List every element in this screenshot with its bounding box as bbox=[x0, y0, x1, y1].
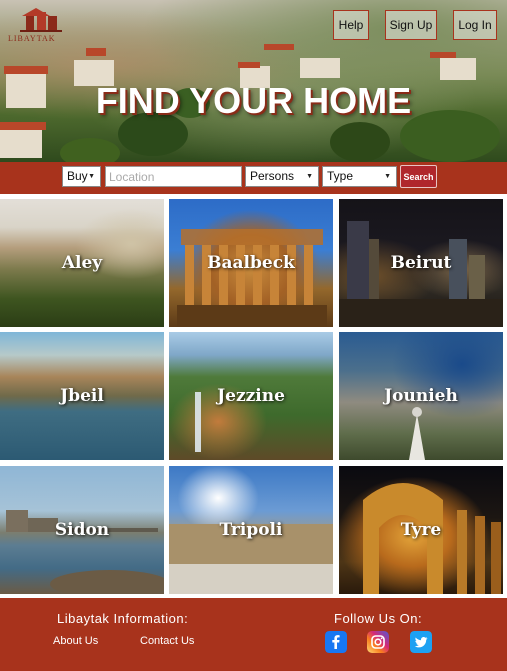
location-tile-jounieh[interactable]: Jounieh bbox=[339, 332, 503, 460]
location-tile-tyre[interactable]: Tyre bbox=[339, 466, 503, 594]
contact-us-link[interactable]: Contact Us bbox=[140, 635, 194, 647]
site-logo[interactable]: LIBAYTAK bbox=[6, 4, 80, 44]
login-button[interactable]: Log In bbox=[453, 10, 497, 40]
location-tile-baalbeck[interactable]: Baalbeck bbox=[169, 199, 333, 327]
search-bar: Buy ▼ Persons ▼ Type ▼ Search bbox=[0, 162, 507, 194]
persons-select[interactable]: Persons ▼ bbox=[245, 166, 319, 187]
logo-house-icon bbox=[20, 8, 62, 32]
location-label: Aley bbox=[61, 253, 103, 273]
footer-info-heading: Libaytak Information: bbox=[57, 611, 189, 626]
chevron-down-icon: ▼ bbox=[384, 173, 391, 180]
signup-button[interactable]: Sign Up bbox=[385, 10, 437, 40]
location-tile-aley[interactable]: Aley bbox=[0, 199, 164, 327]
location-label: Jezzine bbox=[217, 386, 285, 406]
search-button[interactable]: Search bbox=[400, 165, 437, 188]
type-select-value: Type bbox=[327, 169, 354, 183]
location-tile-jezzine[interactable]: Jezzine bbox=[169, 332, 333, 460]
location-label: Beirut bbox=[390, 253, 452, 273]
hero-banner: LIBAYTAK Help Sign Up Log In FIND YOUR H… bbox=[0, 0, 507, 162]
location-label: Baalbeck bbox=[207, 253, 295, 273]
twitter-icon[interactable] bbox=[410, 631, 432, 653]
type-select[interactable]: Type ▼ bbox=[322, 166, 397, 187]
hero-title: FIND YOUR HOME bbox=[95, 80, 412, 121]
location-label: Tyre bbox=[400, 520, 442, 540]
page: LIBAYTAK Help Sign Up Log In FIND YOUR H… bbox=[0, 0, 507, 671]
about-us-link[interactable]: About Us bbox=[53, 635, 98, 647]
facebook-icon[interactable] bbox=[325, 631, 347, 653]
location-tile-tripoli[interactable]: Tripoli bbox=[169, 466, 333, 594]
footer: Libaytak Information: About Us Contact U… bbox=[0, 598, 507, 671]
location-label: Jounieh bbox=[384, 386, 458, 406]
footer-follow-heading: Follow Us On: bbox=[334, 611, 423, 626]
buy-select-value: Buy bbox=[67, 169, 88, 183]
location-tile-sidon[interactable]: Sidon bbox=[0, 466, 164, 594]
chevron-down-icon: ▼ bbox=[88, 173, 95, 180]
chevron-down-icon: ▼ bbox=[306, 173, 313, 180]
location-label: Tripoli bbox=[219, 520, 283, 540]
buy-select[interactable]: Buy ▼ bbox=[62, 166, 101, 187]
help-button[interactable]: Help bbox=[333, 10, 369, 40]
location-input[interactable] bbox=[105, 166, 242, 187]
location-tile-beirut[interactable]: Beirut bbox=[339, 199, 503, 327]
persons-select-value: Persons bbox=[250, 169, 295, 183]
location-tile-jbeil[interactable]: Jbeil bbox=[0, 332, 164, 460]
instagram-icon[interactable] bbox=[367, 631, 389, 653]
location-label: Jbeil bbox=[60, 386, 104, 406]
logo-text: LIBAYTAK bbox=[8, 34, 56, 43]
location-label: Sidon bbox=[54, 520, 110, 540]
